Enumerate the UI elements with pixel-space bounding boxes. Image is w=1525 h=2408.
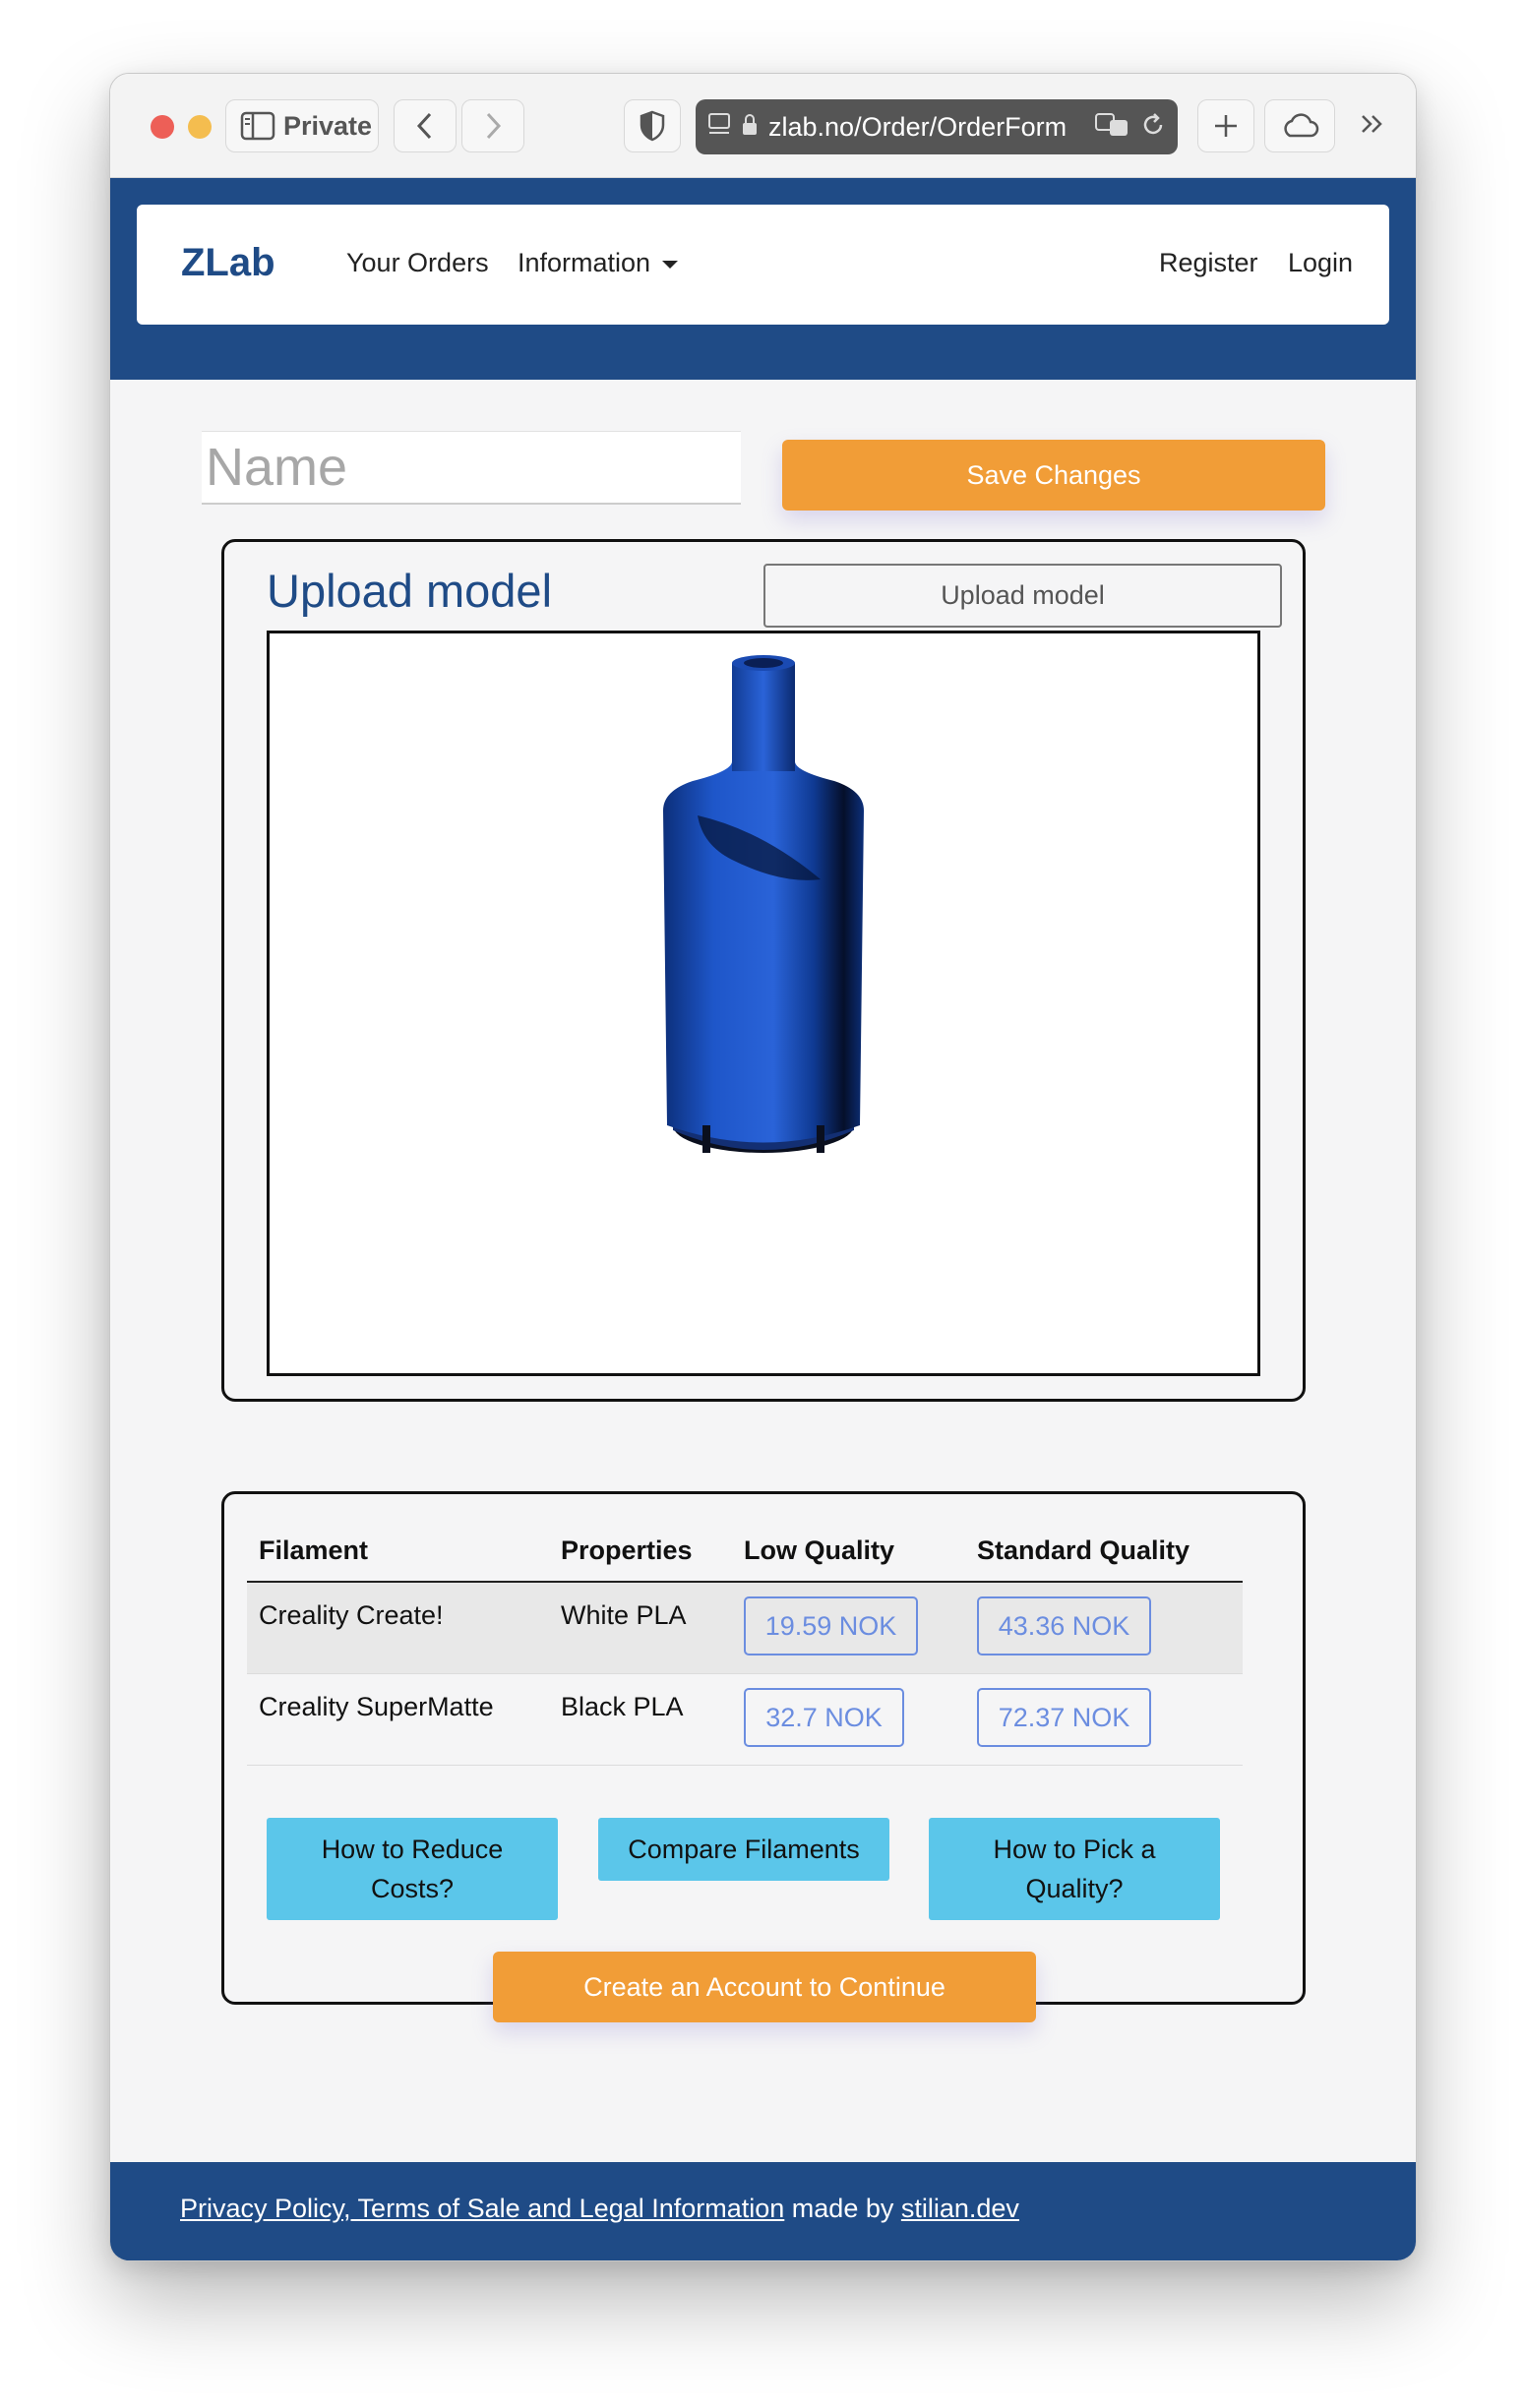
filament-pricing-card: Filament Properties Low Quality Standard… bbox=[221, 1491, 1306, 2005]
nav-register[interactable]: Register bbox=[1159, 248, 1258, 278]
table-row: Creality SuperMatte Black PLA 32.7 NOK 7… bbox=[247, 1674, 1243, 1766]
name-input[interactable] bbox=[202, 431, 741, 505]
plus-icon bbox=[1212, 112, 1240, 140]
model-viewer[interactable] bbox=[267, 631, 1260, 1376]
lock-icon bbox=[741, 113, 759, 142]
nav-login[interactable]: Login bbox=[1288, 248, 1353, 278]
forward-button[interactable] bbox=[461, 99, 524, 152]
chevron-right-icon bbox=[483, 111, 503, 141]
minimize-window-button[interactable] bbox=[188, 115, 212, 139]
nav-your-orders[interactable]: Your Orders bbox=[346, 248, 489, 278]
close-window-button[interactable] bbox=[151, 115, 174, 139]
filament-properties: White PLA bbox=[561, 1600, 687, 1630]
table-row: Creality Create! White PLA 19.59 NOK 43.… bbox=[247, 1583, 1243, 1674]
sidebar-toggle-button[interactable]: Private bbox=[225, 99, 379, 152]
site-header: ZLab Your Orders Information Register Lo… bbox=[110, 178, 1416, 380]
site-footer: Privacy Policy, Terms of Sale and Legal … bbox=[110, 2162, 1416, 2260]
back-button[interactable] bbox=[394, 99, 457, 152]
low-quality-price-button[interactable]: 32.7 NOK bbox=[744, 1688, 904, 1747]
upload-model-card: Upload model Upload model bbox=[221, 539, 1306, 1402]
filament-name: Creality SuperMatte bbox=[259, 1692, 494, 1721]
upload-model-button[interactable]: Upload model bbox=[763, 564, 1282, 628]
header-standard-quality: Standard Quality bbox=[977, 1535, 1190, 1565]
pick-quality-line1: How to Pick a bbox=[993, 1835, 1156, 1864]
header-filament: Filament bbox=[259, 1535, 369, 1565]
navbar: ZLab Your Orders Information Register Lo… bbox=[137, 205, 1389, 325]
new-tab-button[interactable] bbox=[1197, 99, 1254, 152]
create-account-button[interactable]: Create an Account to Continue bbox=[493, 1952, 1036, 2022]
filament-table: Filament Properties Low Quality Standard… bbox=[247, 1524, 1243, 1766]
standard-quality-price-button[interactable]: 43.36 NOK bbox=[977, 1596, 1151, 1656]
table-header-row: Filament Properties Low Quality Standard… bbox=[247, 1524, 1243, 1583]
shield-icon bbox=[640, 110, 665, 142]
author-link[interactable]: stilian.dev bbox=[901, 2194, 1019, 2223]
legal-info-link[interactable]: Privacy Policy, Terms of Sale and Legal … bbox=[180, 2194, 784, 2223]
more-toolbar-icon[interactable] bbox=[1358, 109, 1387, 144]
address-text[interactable]: zlab.no/Order/OrderForm bbox=[768, 112, 1089, 143]
upload-model-heading: Upload model bbox=[267, 565, 553, 617]
header-low-quality: Low Quality bbox=[744, 1535, 895, 1565]
caret-down-icon bbox=[662, 260, 679, 269]
filament-name: Creality Create! bbox=[259, 1600, 444, 1630]
address-bar[interactable]: zlab.no/Order/OrderForm bbox=[696, 99, 1178, 154]
filament-properties: Black PLA bbox=[561, 1692, 684, 1721]
icloud-tabs-button[interactable] bbox=[1264, 99, 1335, 152]
cloud-icon bbox=[1279, 112, 1320, 140]
compare-filaments-button[interactable]: Compare Filaments bbox=[598, 1818, 889, 1881]
sidebar-icon bbox=[240, 111, 275, 141]
header-properties: Properties bbox=[561, 1535, 693, 1565]
nav-information-dropdown[interactable]: Information bbox=[518, 248, 679, 278]
standard-quality-price-button[interactable]: 72.37 NOK bbox=[977, 1688, 1151, 1747]
brand-logo[interactable]: ZLab bbox=[181, 241, 275, 285]
private-label: Private bbox=[283, 110, 373, 141]
made-by-text: made by bbox=[784, 2194, 901, 2223]
chevron-left-icon bbox=[415, 111, 435, 141]
reload-icon[interactable] bbox=[1140, 112, 1166, 143]
nav-information-label: Information bbox=[518, 248, 651, 277]
reduce-costs-line2: Costs? bbox=[370, 1874, 455, 1903]
translate-icon[interactable] bbox=[1095, 112, 1130, 143]
low-quality-price-button[interactable]: 19.59 NOK bbox=[744, 1596, 918, 1656]
page-menu-icon[interactable] bbox=[707, 111, 733, 144]
reduce-costs-line1: How to Reduce bbox=[321, 1835, 504, 1864]
browser-window: Private zlab.no/Order/OrderForm ZLab You… bbox=[109, 73, 1417, 2261]
reduce-costs-button[interactable]: How to Reduce Costs? bbox=[267, 1818, 558, 1920]
pick-quality-line2: Quality? bbox=[1025, 1874, 1124, 1903]
save-changes-button[interactable]: Save Changes bbox=[782, 440, 1325, 511]
footer-text: Privacy Policy, Terms of Sale and Legal … bbox=[180, 2194, 1019, 2224]
model-preview bbox=[663, 655, 864, 1153]
privacy-report-button[interactable] bbox=[624, 99, 681, 152]
pick-quality-button[interactable]: How to Pick a Quality? bbox=[929, 1818, 1220, 1920]
browser-toolbar: Private zlab.no/Order/OrderForm bbox=[110, 74, 1416, 178]
